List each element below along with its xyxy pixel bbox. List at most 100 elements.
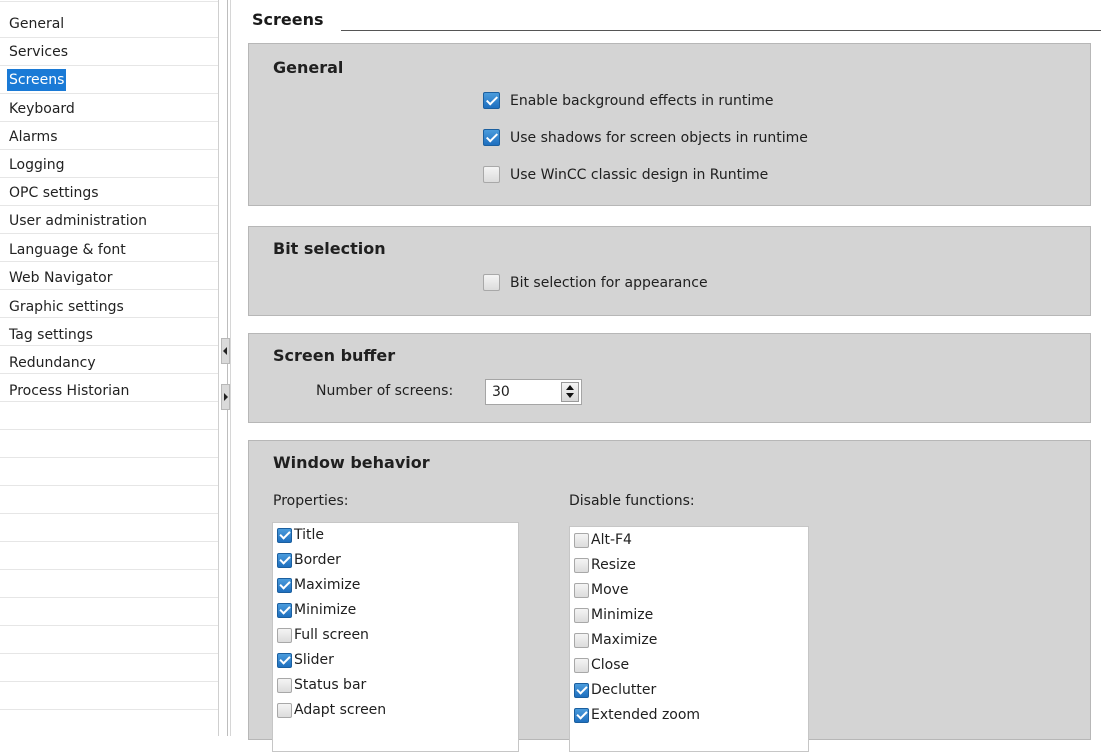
- list-item-declutter[interactable]: Declutter: [574, 682, 656, 698]
- section-title-general: General: [273, 58, 344, 77]
- sidebar-item-opc-settings[interactable]: OPC settings: [7, 182, 101, 204]
- bit-selection-appearance-option[interactable]: Bit selection for appearance: [483, 274, 708, 291]
- section-title-bit-selection: Bit selection: [273, 239, 386, 258]
- checkbox-checked-icon[interactable]: [574, 707, 589, 723]
- item-label: Declutter: [591, 682, 657, 698]
- list-item-extended-zoom[interactable]: Extended zoom: [574, 707, 700, 723]
- item-label: Full screen: [294, 627, 369, 643]
- wincc-classic-design-option[interactable]: Use WinCC classic design in Runtime: [483, 166, 768, 183]
- checkbox-unchecked-icon[interactable]: [483, 274, 500, 291]
- item-label: Resize: [591, 557, 636, 573]
- checkbox-unchecked-icon[interactable]: [483, 166, 500, 183]
- checkbox-unchecked-icon[interactable]: [277, 627, 292, 643]
- checkbox-unchecked-icon[interactable]: [277, 702, 292, 718]
- item-label: Slider: [294, 652, 334, 668]
- list-item-maximize[interactable]: Maximize: [574, 632, 657, 648]
- checkbox-checked-icon[interactable]: [277, 652, 292, 668]
- sidebar-item-user-administration[interactable]: User administration: [7, 210, 149, 232]
- list-item-title[interactable]: Title: [277, 527, 324, 543]
- arrow-left-icon: [223, 347, 227, 355]
- item-label: Adapt screen: [294, 702, 387, 718]
- page-title: Screens: [252, 10, 324, 29]
- list-item-move[interactable]: Move: [574, 582, 629, 598]
- list-item-status-bar[interactable]: Status bar: [277, 677, 366, 693]
- checkbox-checked-icon[interactable]: [483, 92, 500, 109]
- collapse-left-button[interactable]: [221, 338, 230, 364]
- option-label: Use WinCC classic design in Runtime: [510, 166, 769, 183]
- enable-background-effects-option[interactable]: Enable background effects in runtime: [483, 92, 774, 109]
- checkbox-checked-icon[interactable]: [277, 527, 292, 543]
- general-section: General Enable background effects in run…: [248, 43, 1091, 206]
- item-label: Maximize: [294, 577, 361, 593]
- use-shadows-option[interactable]: Use shadows for screen objects in runtim…: [483, 129, 808, 146]
- checkbox-checked-icon[interactable]: [277, 577, 292, 593]
- title-divider: [341, 30, 1101, 31]
- screen-buffer-section: Screen buffer Number of screens: 30: [248, 333, 1091, 423]
- list-item-adapt-screen[interactable]: Adapt screen: [277, 702, 386, 718]
- sidebar-item-alarms[interactable]: Alarms: [7, 126, 60, 148]
- pane-splitter[interactable]: [219, 0, 232, 736]
- sidebar-item-services[interactable]: Services: [7, 41, 70, 63]
- list-item-border[interactable]: Border: [277, 552, 341, 568]
- item-label: Close: [591, 657, 630, 673]
- sidebar-item-general[interactable]: General: [7, 13, 66, 35]
- sidebar-item-redundancy[interactable]: Redundancy: [7, 352, 98, 374]
- main-content: Screens General Enable background effect…: [234, 0, 1101, 752]
- number-of-screens-label: Number of screens:: [316, 383, 454, 399]
- section-title-screen-buffer: Screen buffer: [273, 346, 396, 365]
- splitter-line: [230, 0, 231, 736]
- checkbox-unchecked-icon[interactable]: [574, 657, 589, 673]
- list-item-close[interactable]: Close: [574, 657, 629, 673]
- sidebar-item-process-historian[interactable]: Process Historian: [7, 380, 131, 402]
- disable-functions-list[interactable]: Alt-F4 Resize Move Minimize Maximize Clo…: [569, 526, 809, 752]
- checkbox-unchecked-icon[interactable]: [574, 582, 589, 598]
- option-label: Bit selection for appearance: [510, 274, 708, 291]
- disable-functions-label: Disable functions:: [569, 493, 695, 509]
- list-item-minimize[interactable]: Minimize: [574, 607, 653, 623]
- item-label: Title: [294, 527, 325, 543]
- sidebar-item-logging[interactable]: Logging: [7, 154, 67, 176]
- number-of-screens-stepper[interactable]: 30: [485, 379, 582, 405]
- list-item-slider[interactable]: Slider: [277, 652, 334, 668]
- checkbox-checked-icon[interactable]: [574, 682, 589, 698]
- arrow-up-icon: [566, 385, 574, 390]
- item-label: Extended zoom: [591, 707, 701, 723]
- sidebar-item-graphic-settings[interactable]: Graphic settings: [7, 296, 126, 318]
- window-behavior-section: Window behavior Properties: Disable func…: [248, 440, 1091, 752]
- option-label: Use shadows for screen objects in runtim…: [510, 129, 808, 146]
- item-label: Border: [294, 552, 341, 568]
- checkbox-checked-icon[interactable]: [277, 552, 292, 568]
- properties-list[interactable]: Title Border Maximize Minimize Full scre…: [272, 522, 519, 752]
- sidebar-item-web-navigator[interactable]: Web Navigator: [7, 267, 114, 289]
- sidebar-item-language-font[interactable]: Language & font: [7, 239, 128, 261]
- list-item-full-screen[interactable]: Full screen: [277, 627, 369, 643]
- bit-selection-section: Bit selection Bit selection for appearan…: [248, 226, 1091, 316]
- checkbox-unchecked-icon[interactable]: [574, 557, 589, 573]
- option-label: Enable background effects in runtime: [510, 92, 774, 109]
- splitter-line: [227, 0, 228, 736]
- list-item-resize[interactable]: Resize: [574, 557, 636, 573]
- spinner-arrows-icon[interactable]: [561, 382, 579, 402]
- list-item-minimize[interactable]: Minimize: [277, 602, 356, 618]
- item-label: Maximize: [591, 632, 658, 648]
- item-label: Minimize: [294, 602, 357, 618]
- item-label: Minimize: [591, 607, 654, 623]
- sidebar-item-keyboard[interactable]: Keyboard: [7, 98, 77, 120]
- item-label: Status bar: [294, 677, 367, 693]
- list-item-alt-f4[interactable]: Alt-F4: [574, 532, 632, 548]
- checkbox-unchecked-icon[interactable]: [277, 677, 292, 693]
- number-of-screens-value[interactable]: 30: [492, 384, 510, 400]
- list-item-maximize[interactable]: Maximize: [277, 577, 360, 593]
- arrow-right-icon: [224, 393, 228, 401]
- expand-right-button[interactable]: [221, 384, 230, 410]
- checkbox-checked-icon[interactable]: [483, 129, 500, 146]
- sidebar-nav: General Services Screens Keyboard Alarms…: [0, 0, 219, 736]
- item-label: Alt-F4: [591, 532, 632, 548]
- checkbox-unchecked-icon[interactable]: [574, 532, 589, 548]
- checkbox-checked-icon[interactable]: [277, 602, 292, 618]
- sidebar-item-screens[interactable]: Screens: [7, 69, 67, 91]
- checkbox-unchecked-icon[interactable]: [574, 607, 589, 623]
- sidebar-item-tag-settings[interactable]: Tag settings: [7, 324, 95, 346]
- section-title-window-behavior: Window behavior: [273, 453, 430, 472]
- checkbox-unchecked-icon[interactable]: [574, 632, 589, 648]
